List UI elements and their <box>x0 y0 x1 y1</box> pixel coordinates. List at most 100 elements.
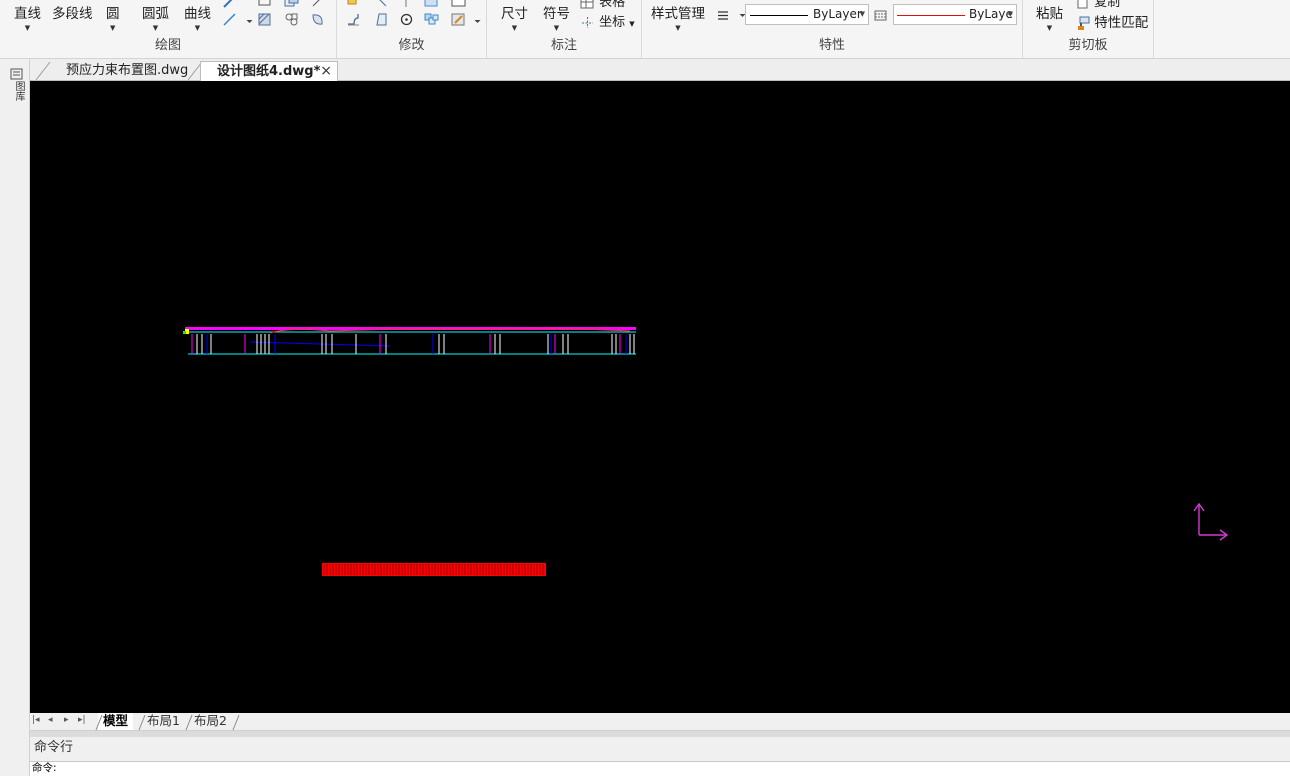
linetype-preview <box>750 15 808 16</box>
drawing-svg <box>183 327 1229 576</box>
close-icon[interactable]: × <box>320 62 332 81</box>
properties-group: 样式管理 ▼ ByLayer ▼ ByLayе ▼ 特性 <box>642 0 1023 58</box>
curve-button[interactable]: 曲线 ▼ <box>184 2 211 32</box>
chevron-down-icon: ▼ <box>152 24 159 32</box>
girder-elevation <box>183 327 636 355</box>
table-button-label: 表格 <box>599 0 626 10</box>
last-layout-button[interactable]: ▸| <box>78 715 86 725</box>
stretch-icon[interactable] <box>374 12 389 27</box>
table-button[interactable]: 表格 <box>580 0 625 10</box>
match-properties-label: 特性匹配 <box>1094 15 1149 31</box>
annotate-group-label: 标注 <box>550 38 577 53</box>
first-layout-button[interactable]: |◂ <box>32 715 40 725</box>
block-icon[interactable] <box>284 12 299 27</box>
stiffener-group <box>191 334 635 354</box>
hatch-icon[interactable] <box>257 12 272 27</box>
chevron-down-icon: ▼ <box>1046 24 1053 32</box>
mirror-icon[interactable] <box>399 0 414 9</box>
polyline-button-label: 多段线 <box>52 6 93 22</box>
layout-tab-bar: |◂ ◂ ▸ ▸| 模型 布局1 布局2 <box>30 713 1290 731</box>
copy-button-label: 复制 <box>1094 0 1121 10</box>
style-manager-button[interactable]: 样式管理 ▼ <box>651 2 705 32</box>
library-panel-label[interactable]: 图库 <box>10 81 24 101</box>
command-panel-title: 命令行 <box>30 737 1290 761</box>
circle-button[interactable]: 圆 ▼ <box>106 2 120 32</box>
edit-icon[interactable] <box>451 12 466 27</box>
polyline-button[interactable]: 多段线 <box>52 2 93 22</box>
region-icon[interactable] <box>310 12 325 27</box>
color-select[interactable]: ByLayе ▼ <box>893 4 1017 25</box>
draw-group-label: 绘图 <box>154 38 181 53</box>
copy-clip-icon <box>1075 0 1090 10</box>
explode-icon[interactable] <box>451 0 466 9</box>
annotate-group: 尺寸 ▼ 符号 ▼ 表格 坐标 ▼ 标注 <box>487 0 642 58</box>
section-strip <box>322 563 546 576</box>
prev-layout-button[interactable]: ◂ <box>48 715 53 725</box>
tendon-line <box>249 341 391 347</box>
modify-group: 修改 <box>337 0 487 58</box>
linetype-value: ByLayer <box>813 7 862 21</box>
ucs-icon <box>1193 502 1229 541</box>
tab-model[interactable]: 模型 <box>98 713 134 730</box>
tab-label: 设计图纸4.dwg* <box>217 64 321 79</box>
dimension-button[interactable]: 尺寸 ▼ <box>501 2 528 32</box>
symbol-button-label: 符号 <box>543 6 570 22</box>
line-tool-icon[interactable] <box>222 12 237 27</box>
rotate-icon[interactable] <box>399 12 414 27</box>
clipboard-group-label: 剪切板 <box>1068 38 1108 53</box>
clipboard-group: 粘贴 ▼ 复制 特性匹配 剪切板 <box>1023 0 1154 58</box>
paste-button[interactable]: 粘贴 ▼ <box>1036 2 1063 32</box>
fillet-icon[interactable] <box>346 12 361 27</box>
document-tab-bar: 预应力束布置图.dwg 设计图纸4.dwg* × <box>30 59 1290 81</box>
lineweight-icon[interactable] <box>716 8 731 23</box>
next-layout-button[interactable]: ▸ <box>64 715 69 725</box>
circle-button-label: 圆 <box>106 6 120 22</box>
copy-button[interactable]: 复制 <box>1075 0 1120 10</box>
modify-group-label: 修改 <box>398 38 425 53</box>
color-preview <box>897 15 965 16</box>
drawing-canvas[interactable] <box>30 81 1290 713</box>
library-icon[interactable] <box>9 66 24 81</box>
linetype-select[interactable]: ByLayer ▼ <box>745 4 869 25</box>
symbol-button[interactable]: 符号 ▼ <box>543 2 570 32</box>
line-button[interactable]: 直线 ▼ <box>14 2 41 32</box>
tab-label: 预应力束布置图.dwg <box>66 63 189 78</box>
coordinate-button-label: 坐标 <box>599 15 626 30</box>
ribbon: 直线 ▼ 多段线 圆 ▼ 圆弧 ▼ 曲线 ▼ 绘图 修改 尺寸 ▼ 符号 ▼ 表… <box>0 0 1290 59</box>
move-icon[interactable] <box>346 0 361 9</box>
scale-icon[interactable] <box>424 0 439 9</box>
trim-icon[interactable] <box>374 0 389 9</box>
array-icon[interactable] <box>424 12 439 27</box>
paste-button-label: 粘贴 <box>1036 6 1063 22</box>
rectangle-icon[interactable] <box>257 0 272 9</box>
tab-layout1[interactable]: 布局1 <box>142 713 185 730</box>
properties-group-label: 特性 <box>818 38 845 53</box>
linetype-icon[interactable] <box>873 8 888 23</box>
tab-prestress-layout[interactable]: 预应力束布置图.dwg <box>58 61 188 81</box>
arc-button-label: 圆弧 <box>142 6 169 22</box>
style-manager-label: 样式管理 <box>651 6 705 22</box>
chevron-down-icon[interactable] <box>735 8 746 23</box>
draw-group: 直线 ▼ 多段线 圆 ▼ 圆弧 ▼ 曲线 ▼ 绘图 <box>0 0 337 58</box>
tab-layout2[interactable]: 布局2 <box>189 713 232 730</box>
tab-design-drawing[interactable]: 设计图纸4.dwg* × <box>200 61 338 81</box>
command-input[interactable]: 命令: <box>30 761 1290 776</box>
chevron-down-icon: ▼ <box>110 24 116 32</box>
pencil-icon[interactable] <box>222 0 237 9</box>
section-strip-fill <box>322 563 546 576</box>
match-properties-button[interactable]: 特性匹配 <box>1075 11 1148 31</box>
arrow-icon[interactable] <box>310 0 325 9</box>
chevron-down-icon: ▼ <box>629 20 635 28</box>
curve-button-label: 曲线 <box>184 6 211 22</box>
copy-icon[interactable] <box>284 0 299 9</box>
chevron-down-icon[interactable] <box>470 14 481 29</box>
arc-button[interactable]: 圆弧 ▼ <box>142 2 169 32</box>
coordinate-button[interactable]: 坐标 ▼ <box>580 11 635 30</box>
chevron-down-icon[interactable] <box>242 14 253 29</box>
table-icon <box>580 0 595 10</box>
match-properties-icon <box>1075 16 1090 31</box>
chevron-down-icon: ▼ <box>675 24 681 32</box>
line-button-label: 直线 <box>14 6 41 22</box>
chevron-down-icon: ▼ <box>24 24 31 32</box>
end-marker-2 <box>183 331 186 334</box>
